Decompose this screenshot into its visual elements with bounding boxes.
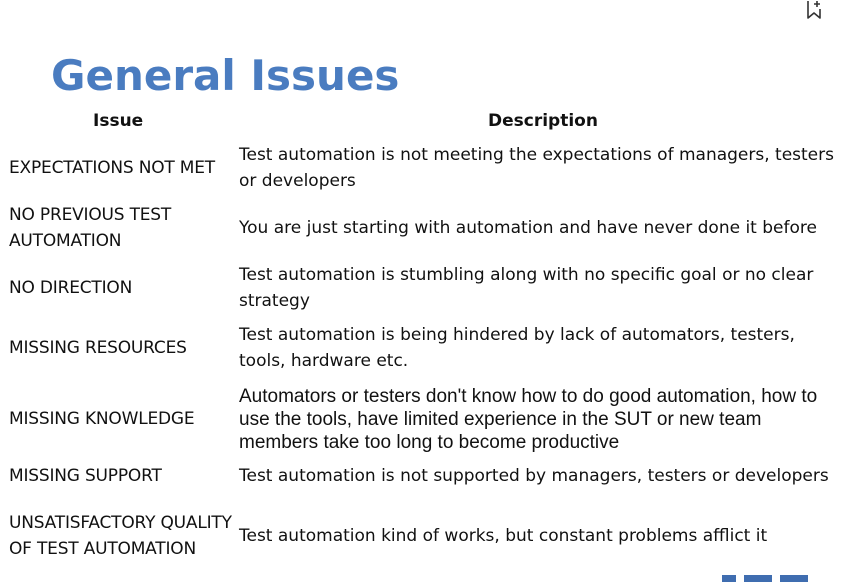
issue-cell: MISSING KNOWLEDGE [9, 409, 195, 429]
table-row: NO PREVIOUS TEST AUTOMATION You are just… [0, 202, 841, 254]
description-cell: Test automation is not meeting the expec… [239, 145, 834, 191]
table-row: NO DIRECTION Test automation is stumblin… [0, 262, 841, 314]
description-cell: You are just starting with automation an… [239, 218, 817, 238]
description-cell: Test automation is not supported by mana… [239, 466, 829, 486]
issue-cell: MISSING SUPPORT [9, 466, 162, 486]
table-row: MISSING SUPPORT Test automation is not s… [0, 463, 841, 489]
column-header-issue: Issue [93, 111, 144, 131]
issue-cell: MISSING RESOURCES [9, 338, 187, 358]
table-row: EXPECTATIONS NOT MET Test automation is … [0, 142, 841, 194]
description-cell: Automators or testers don't know how to … [239, 385, 818, 453]
table-row: MISSING KNOWLEDGE Automators or testers … [0, 384, 841, 454]
issue-cell: NO PREVIOUS TEST AUTOMATION [9, 205, 172, 251]
description-cell: Test automation is stumbling along with … [239, 265, 814, 311]
column-header-description: Description [488, 111, 598, 131]
issue-cell: UNSATISFACTORY QUALITY OF TEST AUTOMATIO… [9, 513, 232, 559]
bookmark-add-icon[interactable] [806, 0, 822, 20]
table-row: MISSING RESOURCES Test automation is bei… [0, 322, 841, 374]
issue-cell: EXPECTATIONS NOT MET [9, 158, 215, 178]
table-row: UNSATISFACTORY QUALITY OF TEST AUTOMATIO… [0, 497, 841, 575]
page-title: General Issues [51, 51, 400, 100]
issue-cell: NO DIRECTION [9, 278, 133, 298]
description-cell: Test automation is being hindered by lac… [239, 325, 795, 371]
footer-logo-fragment [722, 575, 812, 582]
description-cell: Test automation kind of works, but const… [239, 526, 768, 546]
